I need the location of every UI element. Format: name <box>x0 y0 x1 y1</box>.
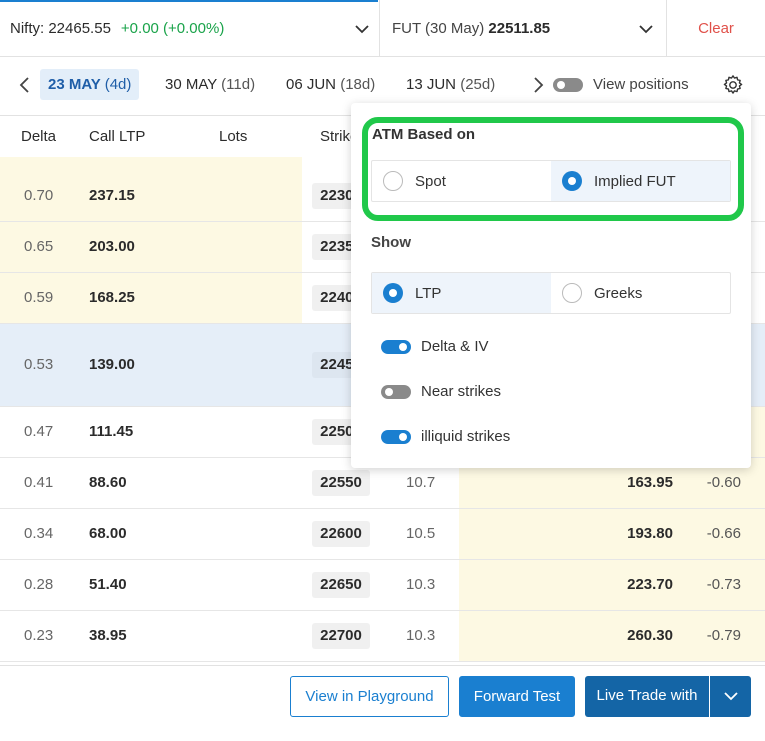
live-trade-dropdown[interactable] <box>710 676 751 717</box>
row-put-ltp[interactable]: 163.95 <box>627 474 673 491</box>
header-call-ltp: Call LTP <box>89 128 146 145</box>
active-indicator <box>0 0 378 2</box>
show-option-greeks[interactable]: Greeks <box>551 273 730 313</box>
chevron-right-icon[interactable] <box>530 76 546 94</box>
row-call-ltp[interactable]: 88.60 <box>89 474 127 491</box>
nifty-selector[interactable]: Nifty: 22465.55 +0.00 (+0.00%) <box>0 0 380 56</box>
expiry-date: 23 MAY <box>48 76 101 93</box>
view-positions-label: View positions <box>593 76 689 93</box>
row-put-delta: -0.79 <box>706 627 741 644</box>
near-strikes-label: Near strikes <box>421 383 502 400</box>
table-row[interactable]: 0.23 38.95 22700 10.3 260.30 -0.79 <box>0 611 765 662</box>
show-title: Show <box>371 234 411 251</box>
expiry-days: (25d) <box>460 76 496 93</box>
row-put-delta: -0.60 <box>706 474 741 491</box>
table-row[interactable]: 0.34 68.00 22600 10.5 193.80 -0.66 <box>0 509 765 560</box>
row-put-delta: -0.66 <box>706 525 741 542</box>
row-delta: 0.28 <box>24 576 54 593</box>
row-strike: 22700 <box>312 623 370 649</box>
radio-ltp[interactable] <box>383 283 403 303</box>
expiry-tab-30-may[interactable]: 30 MAY (11d) <box>157 69 263 100</box>
row-iv: 10.5 <box>406 525 436 542</box>
itm-band <box>0 157 302 171</box>
view-positions-toggle[interactable] <box>553 78 583 92</box>
row-strike: 22650 <box>312 572 370 598</box>
futures-selector[interactable]: FUT (30 May) 22511.85 <box>381 0 667 56</box>
forward-test-button[interactable]: Forward Test <box>459 676 575 717</box>
row-call-ltp[interactable]: 111.45 <box>89 423 133 440</box>
highlight-box <box>362 117 744 221</box>
expiry-date: 30 MAY <box>165 76 217 93</box>
bottom-action-bar: View in Playground Forward Test Live Tra… <box>0 665 765 741</box>
row-iv: 10.3 <box>406 627 436 644</box>
row-delta: 0.65 <box>24 238 54 255</box>
row-iv: 10.7 <box>406 474 436 491</box>
chevron-down-icon[interactable] <box>638 21 654 37</box>
show-option-ltp[interactable]: LTP <box>372 273 551 313</box>
expiry-tab-23-may[interactable]: 23 MAY (4d) <box>40 69 140 100</box>
row-delta: 0.70 <box>24 187 54 204</box>
chevron-down-icon[interactable] <box>354 21 370 37</box>
row-call-ltp[interactable]: 38.95 <box>89 627 127 644</box>
row-put-ltp[interactable]: 223.70 <box>627 576 673 593</box>
expiry-days: (18d) <box>340 76 376 93</box>
row-call-ltp[interactable]: 168.25 <box>89 289 135 306</box>
show-radio-group: LTP Greeks <box>371 272 731 314</box>
row-strike: 22600 <box>312 521 370 547</box>
row-delta: 0.41 <box>24 474 54 491</box>
fut-value: 22511.85 <box>488 19 551 37</box>
row-call-ltp[interactable]: 51.40 <box>89 576 127 593</box>
top-bar: Nifty: 22465.55 +0.00 (+0.00%) FUT (30 M… <box>0 0 765 57</box>
row-delta: 0.34 <box>24 525 54 542</box>
nifty-label: Nifty: <box>10 19 45 37</box>
gear-icon[interactable] <box>722 74 744 96</box>
expiry-days: (11d) <box>221 76 256 93</box>
header-delta: Delta <box>21 128 57 145</box>
nifty-change: +0.00 (+0.00%) <box>120 19 225 37</box>
fut-label: FUT (30 May) <box>392 19 485 37</box>
show-option-label: Greeks <box>594 284 643 302</box>
row-call-ltp[interactable]: 68.00 <box>89 525 127 542</box>
row-call-ltp[interactable]: 237.15 <box>89 187 135 204</box>
expiry-days: (4d) <box>104 76 132 93</box>
row-strike: 22550 <box>312 470 370 496</box>
chevron-down-icon <box>723 692 738 701</box>
row-delta: 0.59 <box>24 289 54 306</box>
delta-iv-label: Delta & IV <box>421 338 489 355</box>
show-option-label: LTP <box>415 284 442 302</box>
row-put-ltp[interactable]: 260.30 <box>627 627 673 644</box>
near-strikes-toggle[interactable] <box>381 385 411 399</box>
row-call-ltp[interactable]: 139.00 <box>89 356 135 373</box>
row-iv: 10.3 <box>406 576 436 593</box>
table-row[interactable]: 0.28 51.40 22650 10.3 223.70 -0.73 <box>0 560 765 611</box>
expiry-tab-13-jun[interactable]: 13 JUN (25d) <box>398 69 503 100</box>
live-trade-button[interactable]: Live Trade with <box>585 676 709 717</box>
illiquid-strikes-label: illiquid strikes <box>421 428 511 445</box>
row-delta: 0.53 <box>24 356 54 373</box>
expiry-tab-06-jun[interactable]: 06 JUN (18d) <box>278 69 383 100</box>
row-delta: 0.47 <box>24 423 54 440</box>
view-in-playground-button[interactable]: View in Playground <box>290 676 449 717</box>
chevron-left-icon[interactable] <box>17 76 33 94</box>
expiry-date: 13 JUN <box>406 76 457 93</box>
nifty-value: 22465.55 <box>48 19 111 37</box>
row-put-delta: -0.73 <box>706 576 741 593</box>
illiquid-strikes-toggle[interactable] <box>381 430 411 444</box>
row-call-ltp[interactable]: 203.00 <box>89 238 135 255</box>
row-put-ltp[interactable]: 193.80 <box>627 525 673 542</box>
row-delta: 0.23 <box>24 627 54 644</box>
header-lots: Lots <box>219 128 248 145</box>
radio-greeks[interactable] <box>562 283 582 303</box>
expiry-date: 06 JUN <box>286 76 337 93</box>
delta-iv-toggle[interactable] <box>381 340 411 354</box>
clear-button[interactable]: Clear <box>667 0 765 56</box>
